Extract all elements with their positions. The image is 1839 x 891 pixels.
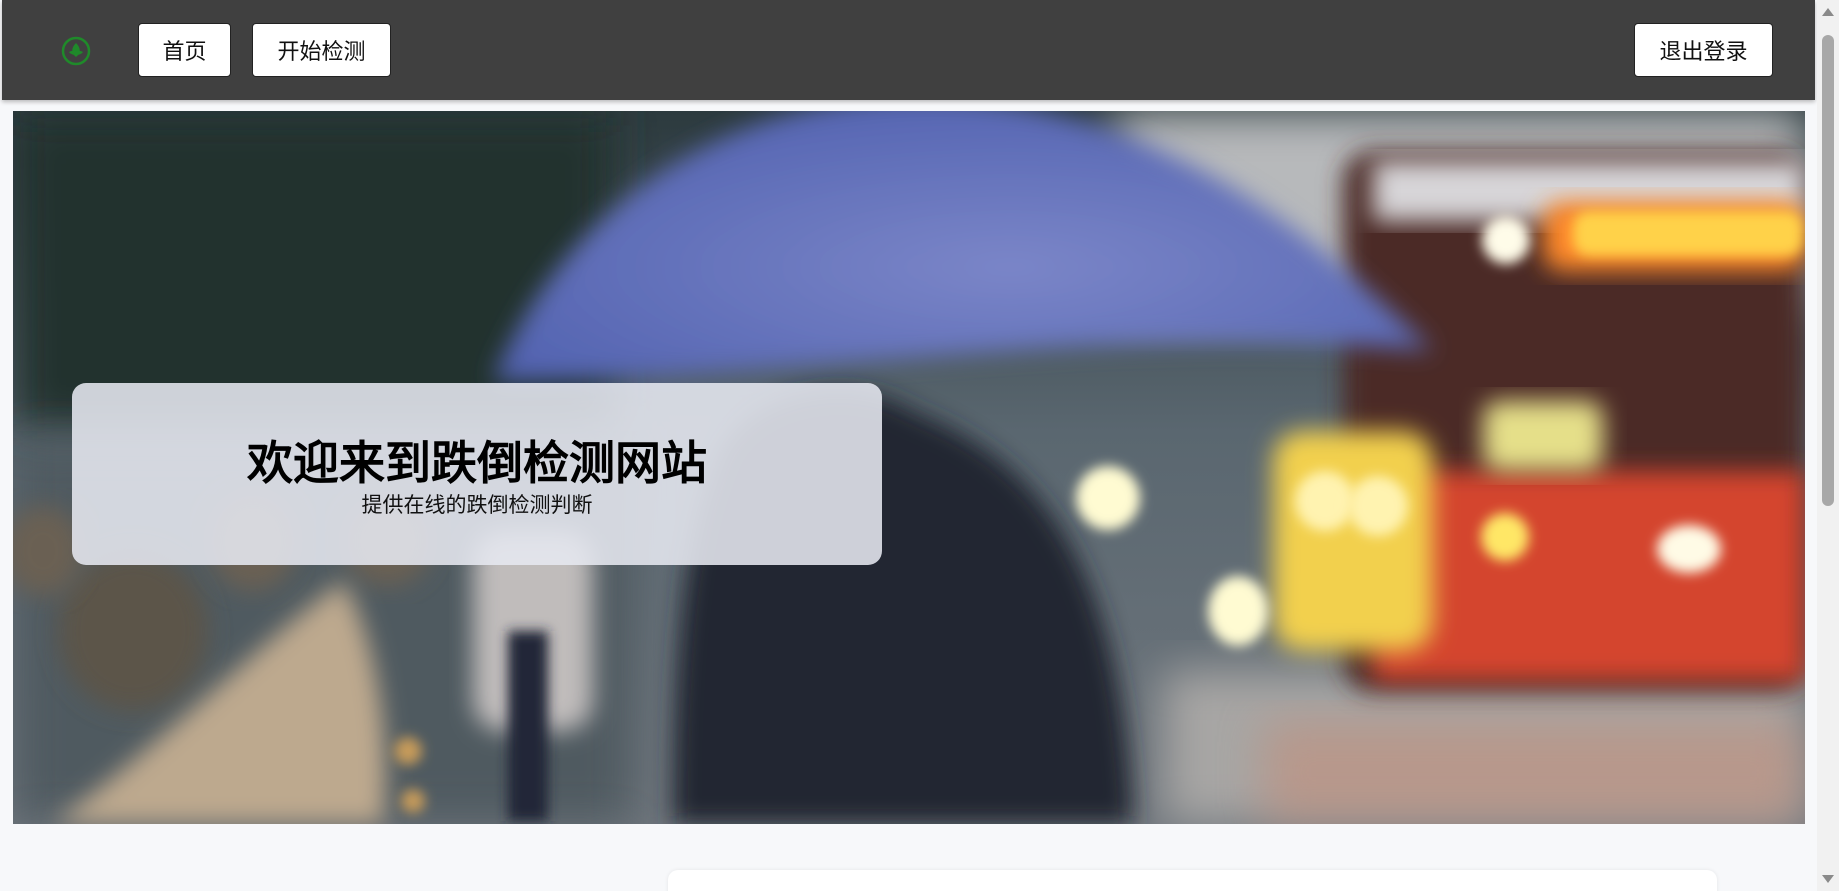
scrollbar-thumb[interactable] bbox=[1822, 35, 1834, 506]
home-button[interactable]: 首页 bbox=[138, 23, 231, 77]
logout-button[interactable]: 退出登录 bbox=[1634, 23, 1773, 77]
scroll-down-arrow-icon[interactable] bbox=[1822, 875, 1834, 883]
start-detection-button[interactable]: 开始检测 bbox=[252, 23, 391, 77]
welcome-title: 欢迎来到跌倒检测网站 bbox=[247, 436, 707, 490]
scroll-up-arrow-icon[interactable] bbox=[1822, 8, 1834, 16]
welcome-subtitle: 提供在线的跌倒检测判断 bbox=[361, 493, 593, 517]
welcome-card: 欢迎来到跌倒检测网站 提供在线的跌倒检测判断 bbox=[72, 383, 882, 565]
top-navbar: 首页 开始检测 退出登录 bbox=[2, 0, 1815, 100]
page: 首页 开始检测 退出登录 欢迎来到跌倒检测网站 提供在线的跌倒检测判断 bbox=[0, 0, 1839, 891]
content-card bbox=[668, 870, 1717, 891]
hero-banner: 欢迎来到跌倒检测网站 提供在线的跌倒检测判断 bbox=[13, 111, 1805, 824]
leaf-logo-icon[interactable] bbox=[61, 36, 91, 66]
vertical-scrollbar[interactable] bbox=[1817, 0, 1839, 891]
